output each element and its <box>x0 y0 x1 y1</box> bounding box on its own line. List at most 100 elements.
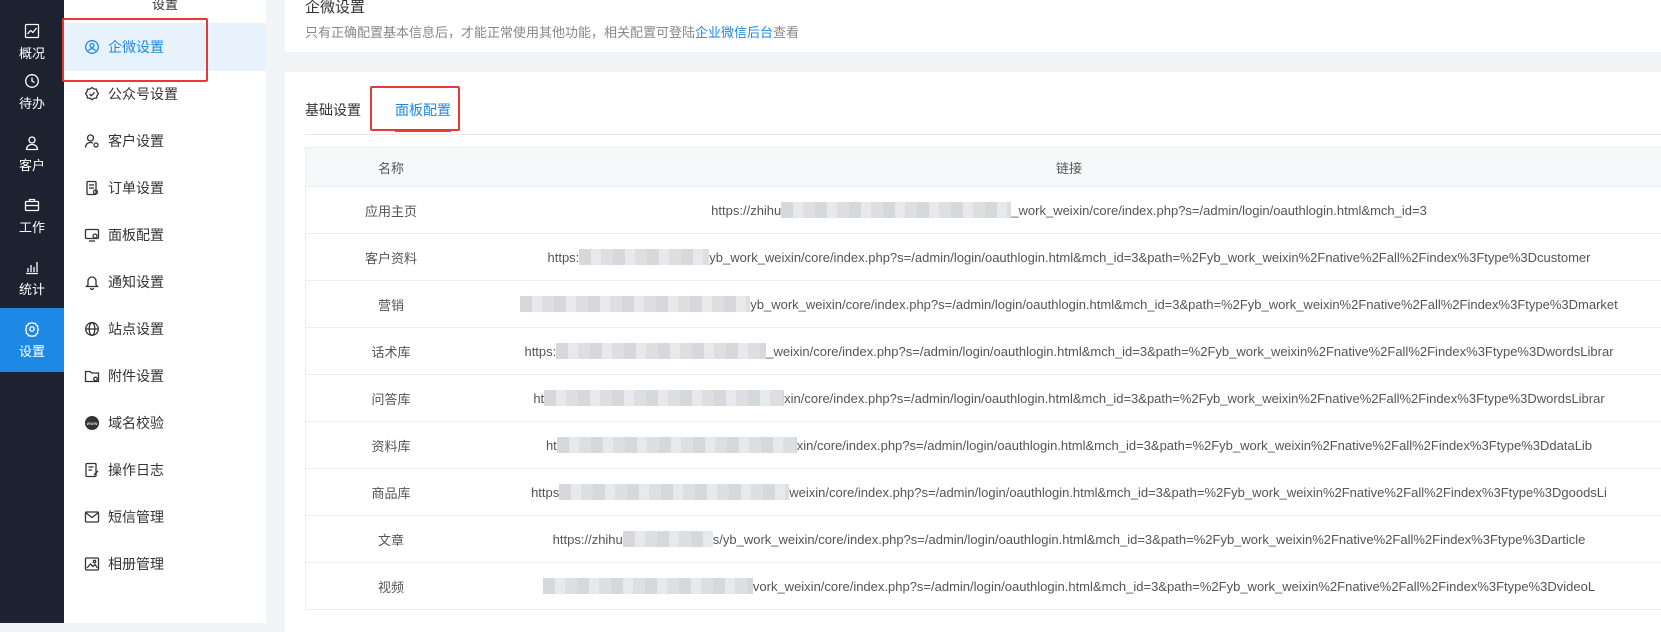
link-suffix: vork_weixin/core/index.php?s=/admin/logi… <box>752 578 1596 594</box>
table-row: 文章 https://zhihu s/yb_work_weixin/core/ind… <box>306 516 1661 563</box>
link-table: 名称 链接 应用主页 https://zhihu _work_weixin/core… <box>305 147 1661 610</box>
row-name: 资料库 <box>371 438 411 454</box>
rail-item-label: 概况 <box>18 45 45 61</box>
sidebar-item-label: 站点设置 <box>108 321 164 337</box>
table-row: 营销 yb_work_weixin/core/index.php?s=/admin… <box>306 281 1661 328</box>
tab-bar: 基础设置 面板配置 <box>305 96 1661 135</box>
redacted-blur <box>556 343 767 359</box>
wecom-icon <box>85 40 99 54</box>
redacted-blur <box>781 202 1012 218</box>
rail-item-todo[interactable]: 待办 <box>0 60 64 124</box>
description-text: 只有正确配置基本信息后，才能正常使用其他功能，相关配置可登陆 <box>305 25 696 40</box>
rail-item-work[interactable]: 工作 <box>0 184 64 248</box>
main-nav-rail: 概况 待办 客户 工作 统计 设置 <box>0 0 64 623</box>
briefcase-icon <box>24 198 40 211</box>
clock-icon <box>25 73 39 88</box>
sidebar-item-label: 公众号设置 <box>108 86 178 102</box>
settings-sidebar: 设置 企微设置 公众号设置 客户设置 订单设置 面板配置 通知设置 站点设置 附… <box>64 0 266 623</box>
sidebar-item-album-management[interactable]: 相册管理 <box>64 540 266 588</box>
rail-item-label: 设置 <box>18 343 45 359</box>
content-card: 基础设置 面板配置 名称 链接 应用主页 https://zhihu _work_w… <box>285 72 1661 632</box>
row-name: 应用主页 <box>364 203 417 219</box>
image-icon <box>84 557 100 571</box>
link-prefix: https: <box>524 343 557 359</box>
bar-chart-icon <box>26 261 38 274</box>
description-suffix: 查看 <box>773 25 800 40</box>
table-row: 视频 vork_weixin/core/index.php?s=/admin/lo… <box>306 563 1661 610</box>
redacted-blur <box>559 484 790 500</box>
redacted-blur <box>542 578 753 594</box>
sidebar-item-operation-log[interactable]: 操作日志 <box>64 446 266 494</box>
rail-item-label: 客户 <box>18 157 45 173</box>
rail-item-label: 工作 <box>18 219 45 235</box>
sidebar-item-label: 相册管理 <box>108 556 164 572</box>
link-prefix: https <box>531 484 560 500</box>
rail-item-customer[interactable]: 客户 <box>0 122 64 186</box>
sidebar-item-order-settings[interactable]: 订单设置 <box>64 164 266 212</box>
link-suffix: yb_work_weixin/core/index.php?s=/admin/l… <box>709 249 1591 265</box>
redacted-blur <box>544 390 785 406</box>
row-link[interactable]: https: _weixin/core/index.php?s=/admin/lo… <box>476 328 1661 374</box>
user-settings-icon <box>84 134 99 148</box>
badge-check-icon <box>84 86 100 101</box>
row-link[interactable]: https://zhihu s/yb_work_weixin/core/index… <box>476 516 1661 562</box>
page-title: 企微设置 <box>305 0 366 16</box>
row-link[interactable]: https weixin/core/index.php?s=/admin/logi… <box>476 469 1661 515</box>
redacted-blur <box>556 437 797 453</box>
table-row: 问答库 ht xin/core/index.php?s=/admin/login/o… <box>306 375 1661 422</box>
sidebar-item-label: 客户设置 <box>108 133 164 149</box>
wecom-admin-link[interactable]: 企业微信后台 <box>695 25 773 40</box>
sidebar-item-label: 面板配置 <box>108 227 164 243</box>
sidebar-item-attachment-settings[interactable]: 附件设置 <box>64 352 266 400</box>
sidebar-item-wecom[interactable]: 企微设置 <box>64 23 266 71</box>
log-icon <box>85 462 99 478</box>
bell-icon <box>84 276 100 290</box>
row-name: 视频 <box>377 579 404 595</box>
column-header-name: 名称 <box>377 160 404 176</box>
column-header-link: 链接 <box>1055 160 1082 176</box>
tab-panel-config[interactable]: 面板配置 <box>395 100 451 132</box>
row-name: 营销 <box>377 297 404 313</box>
rail-item-settings[interactable]: 设置 <box>0 308 64 372</box>
row-name: 文章 <box>377 532 404 548</box>
tab-basic-settings[interactable]: 基础设置 <box>305 100 361 130</box>
sidebar-item-site-settings[interactable]: 站点设置 <box>64 305 266 353</box>
link-suffix: weixin/core/index.php?s=/admin/login/oau… <box>789 484 1607 500</box>
sidebar-item-domain-verify[interactable]: www 域名校验 <box>64 399 266 447</box>
sidebar-item-label: 域名校验 <box>108 415 164 431</box>
table-row: 话术库 https: _weixin/core/index.php?s=/admin… <box>306 328 1661 375</box>
sidebar-item-customer-settings[interactable]: 客户设置 <box>64 117 266 165</box>
row-link[interactable]: https://zhihu _work_weixin/core/index.php… <box>476 187 1661 233</box>
mail-icon <box>84 511 100 523</box>
sidebar-header: 设置 <box>151 0 178 12</box>
chart-icon <box>24 23 40 38</box>
sidebar-item-notify-settings[interactable]: 通知设置 <box>64 258 266 306</box>
row-link[interactable]: vork_weixin/core/index.php?s=/admin/logi… <box>476 563 1661 609</box>
rail-item-stats[interactable]: 统计 <box>0 246 64 310</box>
sidebar-item-label: 企微设置 <box>108 39 164 55</box>
folder-icon <box>84 370 100 383</box>
sidebar-item-sms-management[interactable]: 短信管理 <box>64 493 266 541</box>
redacted-blur <box>622 531 713 547</box>
globe-icon <box>85 322 99 336</box>
row-link[interactable]: https: yb_work_weixin/core/index.php?s=/a… <box>476 234 1661 280</box>
link-suffix: _work_weixin/core/index.php?s=/admin/log… <box>1011 202 1427 218</box>
table-row: 资料库 ht xin/core/index.php?s=/admin/login/o… <box>306 422 1661 469</box>
link-suffix: xin/core/index.php?s=/admin/login/oauthl… <box>796 437 1593 453</box>
sidebar-item-label: 订单设置 <box>108 180 164 196</box>
table-header-row: 名称 链接 <box>306 148 1661 187</box>
order-icon <box>86 180 99 196</box>
link-prefix: https://zhihu <box>711 202 782 218</box>
panel-icon <box>84 228 100 242</box>
row-link[interactable]: ht xin/core/index.php?s=/admin/login/oaut… <box>476 375 1661 421</box>
www-icon: www <box>85 416 99 430</box>
row-link[interactable]: yb_work_weixin/core/index.php?s=/admin/l… <box>476 281 1661 327</box>
redacted-blur <box>520 296 751 312</box>
rail-item-label: 统计 <box>18 281 45 297</box>
link-suffix: xin/core/index.php?s=/admin/login/oauthl… <box>784 390 1605 406</box>
table-row: 商品库 https weixin/core/index.php?s=/admin/l… <box>306 469 1661 516</box>
row-link[interactable]: ht xin/core/index.php?s=/admin/login/oaut… <box>476 422 1661 468</box>
redacted-blur <box>579 249 710 265</box>
sidebar-item-panel-config[interactable]: 面板配置 <box>64 211 266 259</box>
sidebar-item-official-account[interactable]: 公众号设置 <box>64 70 266 118</box>
